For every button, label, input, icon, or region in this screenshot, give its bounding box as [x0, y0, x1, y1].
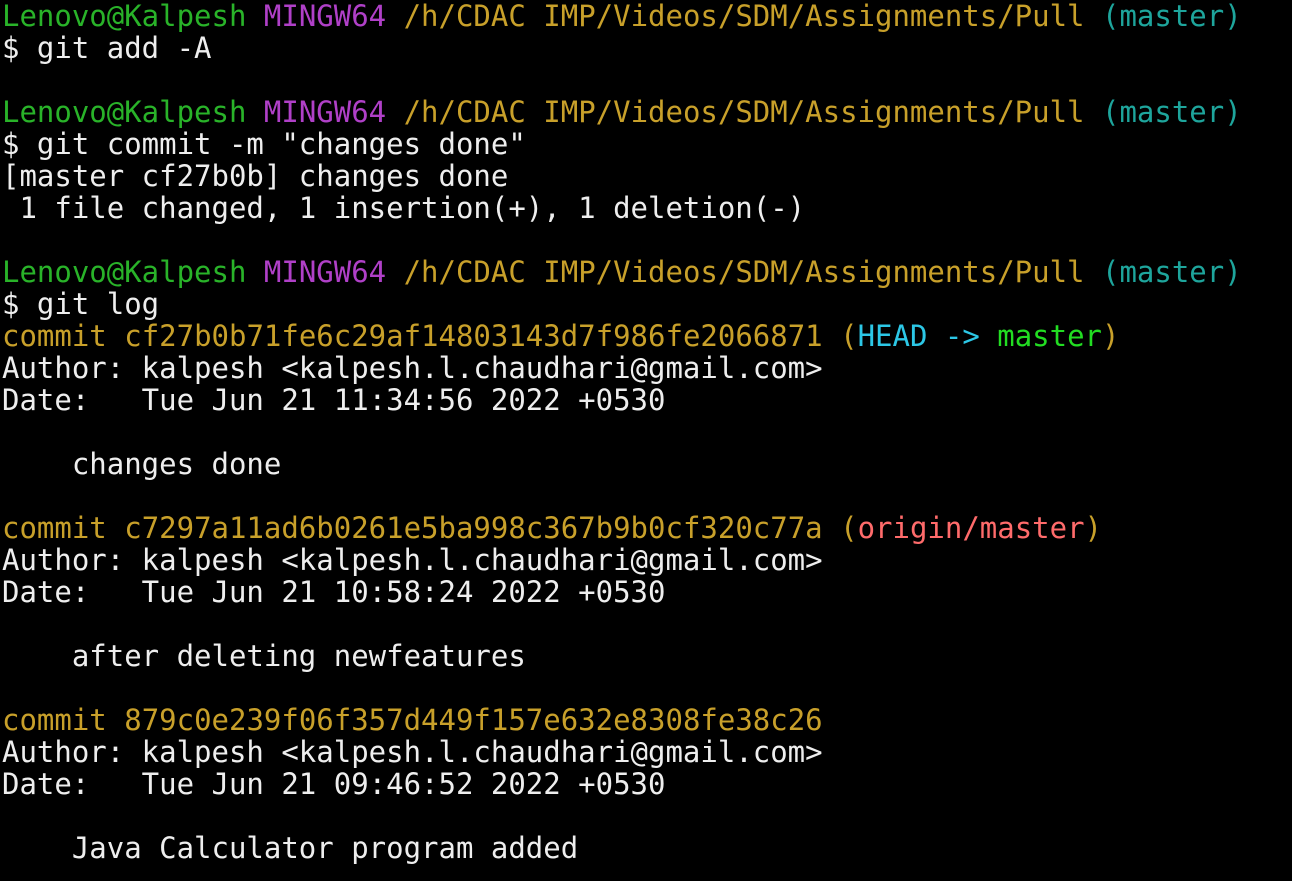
command-git-add: $ git add -A	[2, 32, 212, 64]
prompt-user-host: Lenovo@Kalpesh	[2, 96, 247, 128]
commit-stats: 1 file changed, 1 insertion(+), 1 deleti…	[2, 192, 806, 224]
ref-open-paren: (	[840, 320, 858, 352]
log-commit-line: commit 879c0e239f06f357d449f157e632e8308…	[0, 704, 1292, 736]
log-commit-line: commit cf27b0b71fe6c29af14803143d7f986fe…	[0, 320, 1292, 352]
log-message: after deleting newfeatures	[2, 640, 526, 672]
prompt-path: /h/CDAC IMP/Videos/SDM/Assignments/Pull	[403, 96, 1085, 128]
commit-keyword: commit	[2, 704, 107, 736]
log-date: Date: Tue Jun 21 11:34:56 2022 +0530	[2, 384, 666, 416]
ref-branch: master	[997, 320, 1103, 352]
prompt-line: Lenovo@Kalpesh MINGW64 /h/CDAC IMP/Video…	[0, 256, 1292, 288]
prompt-branch: (master)	[1101, 256, 1242, 288]
prompt-line: Lenovo@Kalpesh MINGW64 /h/CDAC IMP/Video…	[0, 96, 1292, 128]
log-commit-line: commit c7297a11ad6b0261e5ba998c367b9b0cf…	[0, 512, 1292, 544]
ref-open-paren: (	[840, 512, 858, 544]
log-author: Author: kalpesh <kalpesh.l.chaudhari@gma…	[2, 544, 823, 576]
commit-hash: c7297a11ad6b0261e5ba998c367b9b0cf320c77a	[124, 512, 823, 544]
commit-summary: [master cf27b0b] changes done	[2, 160, 509, 192]
log-date: Date: Tue Jun 21 10:58:24 2022 +0530	[2, 576, 666, 608]
prompt-system: MINGW64	[263, 96, 387, 128]
commit-keyword: commit	[2, 512, 107, 544]
log-message: changes done	[2, 448, 282, 480]
terminal-window[interactable]: Lenovo@Kalpesh MINGW64 /h/CDAC IMP/Video…	[0, 0, 1292, 881]
prompt-user-host: Lenovo@Kalpesh	[2, 0, 247, 32]
command-git-commit: $ git commit -m "changes done"	[2, 128, 526, 160]
ref-remote: origin/master	[857, 512, 1085, 544]
commit-keyword: commit	[2, 320, 107, 352]
log-author: Author: kalpesh <kalpesh.l.chaudhari@gma…	[2, 736, 823, 768]
ref-close-paren: )	[1102, 320, 1120, 352]
log-date: Date: Tue Jun 21 09:46:52 2022 +0530	[2, 768, 666, 800]
prompt-branch: (master)	[1101, 96, 1242, 128]
prompt-user-host: Lenovo@Kalpesh	[2, 256, 247, 288]
command-git-log: $ git log	[2, 288, 160, 320]
commit-hash: 879c0e239f06f357d449f157e632e8308fe38c26	[124, 704, 823, 736]
prompt-system: MINGW64	[263, 0, 387, 32]
prompt-line: Lenovo@Kalpesh MINGW64 /h/CDAC IMP/Video…	[0, 0, 1292, 32]
prompt-path: /h/CDAC IMP/Videos/SDM/Assignments/Pull	[403, 0, 1085, 32]
prompt-path: /h/CDAC IMP/Videos/SDM/Assignments/Pull	[403, 256, 1085, 288]
prompt-system: MINGW64	[263, 256, 387, 288]
log-author: Author: kalpesh <kalpesh.l.chaudhari@gma…	[2, 352, 823, 384]
prompt-branch: (master)	[1101, 0, 1242, 32]
log-message: Java Calculator program added	[2, 832, 579, 864]
commit-hash: cf27b0b71fe6c29af14803143d7f986fe2066871	[124, 320, 823, 352]
ref-close-paren: )	[1084, 512, 1103, 544]
ref-head: HEAD ->	[857, 320, 980, 352]
